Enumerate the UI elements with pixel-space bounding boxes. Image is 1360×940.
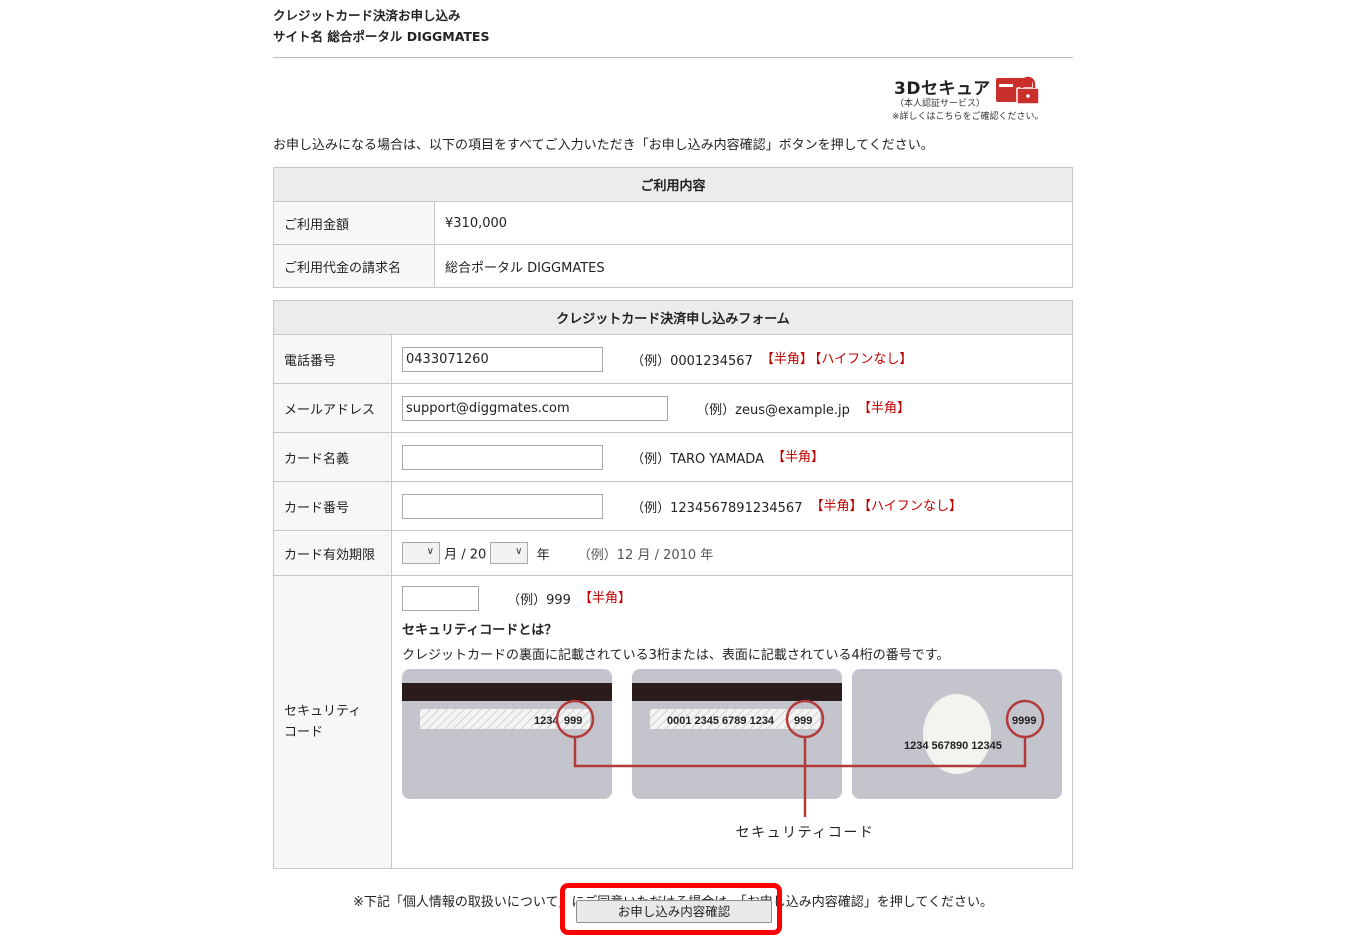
security-description: クレジットカードの裏面に記載されている3桁または、表面に記載されている4桁の番号… bbox=[402, 648, 950, 663]
usage-caption: ご利用内容 bbox=[273, 167, 1073, 202]
page-title: クレジットカード決済お申し込み bbox=[273, 8, 461, 23]
expiry-year-select[interactable]: ∨ bbox=[490, 542, 529, 564]
security-label-line2: コード bbox=[284, 725, 324, 740]
security-label: セキュリティ コード bbox=[273, 575, 392, 869]
expiry-month-select[interactable]: ∨ bbox=[402, 542, 440, 564]
expiry-example: （例）12 月 / 2010 年 bbox=[577, 547, 714, 563]
card-number-row: カード番号 （例）1234567891234567 【半角】 【ハイフンなし】 bbox=[273, 481, 1073, 531]
phone-row: 電話番号 （例）0001234567 【半角】【ハイフンなし】 bbox=[273, 334, 1073, 384]
card-form-table: クレジットカード決済申し込みフォーム 電話番号 （例）0001234567 【半角… bbox=[273, 300, 1073, 869]
3d-secure-note[interactable]: ※詳しくはこちらをご確認ください。 bbox=[892, 109, 1044, 122]
magnetic-stripe-2 bbox=[632, 683, 842, 701]
security-halfwidth-note: 【半角】 bbox=[578, 591, 631, 606]
submit-highlight: お申し込み内容確認 bbox=[560, 883, 782, 935]
chevron-down-icon: ∨ bbox=[426, 546, 434, 557]
intro-text: お申し込みになる場合は、以下の項目をすべてご入力いただき「お申し込み内容確認」ボ… bbox=[273, 138, 934, 153]
email-halfwidth-note: 【半角】 bbox=[857, 400, 910, 416]
3d-secure-subtitle: （本人認証サービス） bbox=[895, 99, 986, 109]
card-name-example: （例）TARO YAMADA bbox=[631, 451, 764, 467]
table-row: ご利用金額 ¥310,000 bbox=[273, 201, 1073, 245]
security-code-input[interactable] bbox=[402, 586, 479, 611]
email-label: メールアドレス bbox=[273, 383, 392, 433]
expiry-year-unit: 年 bbox=[536, 547, 550, 563]
confirm-application-button[interactable]: お申し込み内容確認 bbox=[576, 900, 772, 923]
card-number-halfwidth-note: 【半角】 bbox=[810, 498, 863, 514]
amount-label: ご利用金額 bbox=[273, 201, 435, 245]
card-name-input[interactable] bbox=[402, 444, 603, 470]
email-example: （例）zeus@example.jp bbox=[696, 402, 850, 418]
phone-input[interactable] bbox=[402, 346, 603, 372]
expiry-label: カード有効期限 bbox=[273, 530, 392, 576]
amount-value: ¥310,000 bbox=[434, 201, 1073, 245]
card3-code: 9999 bbox=[1012, 715, 1036, 727]
card-name-row: カード名義 （例）TARO YAMADA 【半角】 bbox=[273, 432, 1073, 482]
card3-number: 1234 567890 12345 bbox=[904, 740, 1002, 752]
card-number-label: カード番号 bbox=[273, 481, 392, 531]
card2-code: 999 bbox=[794, 715, 812, 727]
expiry-row: カード有効期限 ∨ 月 / 20 ∨ 年 （例）12 月 / 2010 年 bbox=[273, 530, 1073, 576]
chevron-down-icon: ∨ bbox=[515, 546, 523, 557]
security-label-line1: セキュリティ bbox=[284, 704, 362, 719]
phone-label: 電話番号 bbox=[273, 334, 392, 384]
usage-table: ご利用内容 ご利用金額 ¥310,000 ご利用代金の請求名 総合ポータル DI… bbox=[273, 167, 1073, 288]
secure-card-lock-icon bbox=[996, 76, 1040, 105]
card2-number: 0001 2345 6789 1234 bbox=[667, 715, 775, 727]
security-row: セキュリティ コード （例）999 【半角】 セキュリティコードとは？ クレジット… bbox=[273, 575, 1073, 869]
header: クレジットカード決済お申し込み サイト名 総合ポータル DIGGMATES bbox=[273, 0, 1073, 47]
form-caption: クレジットカード決済申し込みフォーム bbox=[273, 300, 1073, 335]
expiry-month-unit: 月 / 20 bbox=[444, 547, 487, 563]
email-input[interactable] bbox=[402, 395, 668, 421]
page: クレジットカード決済お申し込み サイト名 総合ポータル DIGGMATES 3D… bbox=[273, 0, 1073, 910]
billing-name-label: ご利用代金の請求名 bbox=[273, 244, 435, 288]
magnetic-stripe-1 bbox=[402, 683, 612, 701]
card-number-example: （例）1234567891234567 bbox=[631, 500, 803, 516]
email-row: メールアドレス （例）zeus@example.jp 【半角】 bbox=[273, 383, 1073, 433]
phone-example: （例）0001234567 bbox=[631, 353, 753, 369]
card1-number: 1234 bbox=[534, 715, 559, 727]
card-number-input[interactable] bbox=[402, 493, 603, 519]
phone-no-hyphen-note: 【ハイフンなし】 bbox=[814, 351, 913, 367]
card-number-no-hyphen-note: 【ハイフンなし】 bbox=[864, 498, 963, 514]
card-name-label: カード名義 bbox=[273, 432, 392, 482]
3d-secure-banner[interactable]: 3Dセキュア （本人認証サービス） ※詳しくはこちらをご確認ください。 bbox=[273, 58, 1073, 128]
site-name: サイト名 総合ポータル DIGGMATES bbox=[273, 29, 490, 44]
card-hologram bbox=[923, 694, 991, 774]
billing-name-value: 総合ポータル DIGGMATES bbox=[434, 244, 1073, 288]
table-row: ご利用代金の請求名 総合ポータル DIGGMATES bbox=[273, 244, 1073, 288]
security-example: （例）999 bbox=[507, 593, 571, 608]
phone-halfwidth-note: 【半角】 bbox=[760, 351, 813, 367]
card-name-halfwidth-note: 【半角】 bbox=[771, 449, 824, 465]
card1-code: 999 bbox=[564, 715, 582, 727]
security-what-heading: セキュリティコードとは？ bbox=[402, 623, 558, 638]
security-code-diagram: 1234 999 0001 2345 6789 1234 999 1234 56… bbox=[402, 669, 1062, 841]
security-code-caption: セキュリティコード bbox=[736, 825, 875, 841]
